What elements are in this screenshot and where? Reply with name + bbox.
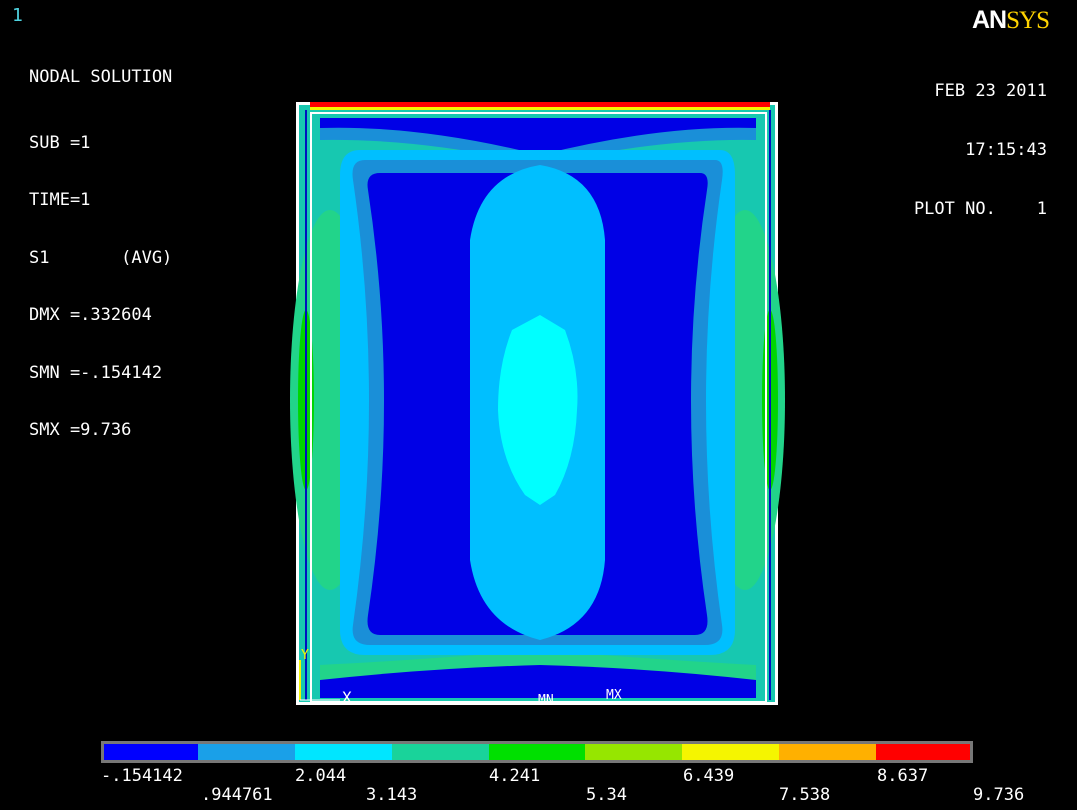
contour-band-top-yellow (310, 107, 770, 110)
max-marker-label: MX (606, 688, 622, 703)
legend-value: 5.34 (586, 785, 627, 805)
min-marker-label: MN (538, 693, 554, 708)
axis-x-label: X (342, 688, 352, 707)
legend-value: 2.044 (295, 766, 347, 786)
legend-value: 7.538 (779, 785, 831, 805)
legend-swatch (295, 744, 392, 760)
legend-swatch (585, 744, 682, 760)
legend-swatch (198, 744, 295, 760)
legend-swatch (489, 744, 585, 760)
legend-swatch (876, 744, 970, 760)
legend-value: -.154142 (101, 766, 183, 786)
legend-value: 3.143 (366, 785, 418, 805)
legend-value: 6.439 (683, 766, 735, 786)
axis-y-label: Y (301, 648, 309, 663)
legend-value: .944761 (201, 785, 273, 805)
legend-swatch (104, 744, 198, 760)
legend-value: 4.241 (489, 766, 541, 786)
legend-value: 9.736 (973, 785, 1025, 805)
contour-plot (290, 102, 785, 705)
legend-color-bar (101, 741, 973, 763)
legend-swatch (682, 744, 779, 760)
legend-swatch (779, 744, 876, 760)
legend-swatch (392, 744, 489, 760)
legend-value: 8.637 (877, 766, 929, 786)
